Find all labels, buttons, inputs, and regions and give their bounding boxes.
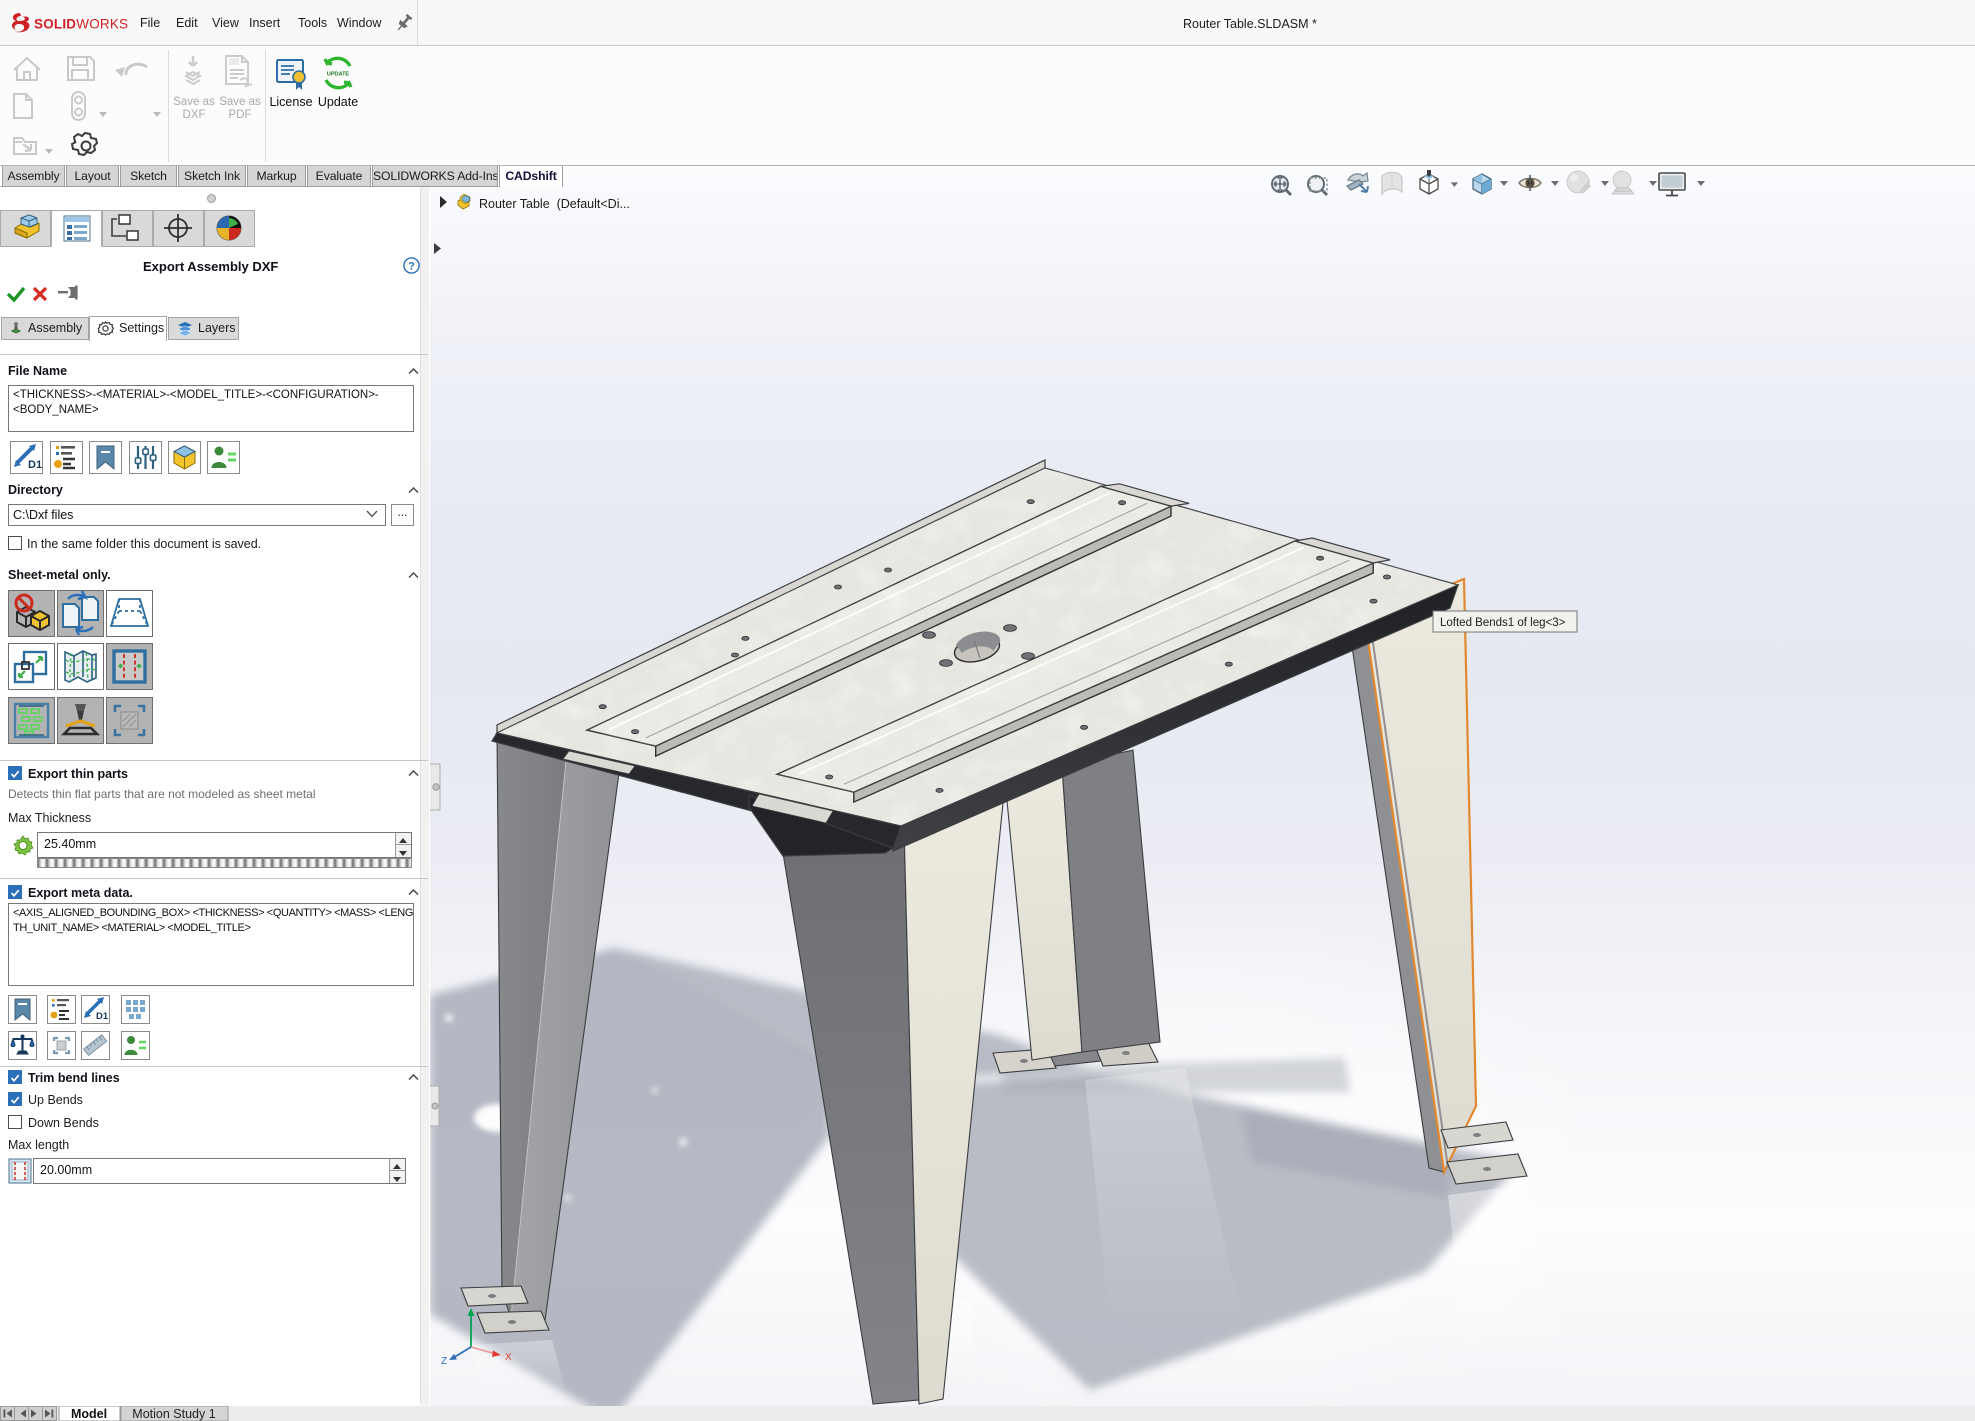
svg-text:D1: D1: [28, 459, 42, 471]
svg-text:UPDATE: UPDATE: [327, 72, 350, 78]
svg-text:D1: D1: [96, 1011, 109, 1022]
svg-text:Lofted Bends1 of leg<3>: Lofted Bends1 of leg<3>: [1440, 617, 1566, 629]
svg-text:X: X: [505, 1352, 512, 1363]
svg-text:Model: Model: [71, 1407, 107, 1421]
svg-text:Motion Study 1: Motion Study 1: [132, 1407, 215, 1421]
svg-text:?: ?: [408, 261, 415, 273]
svg-text:Router Table (Default<Di...: Router Table (Default<Di...: [479, 197, 630, 211]
svg-text:Z: Z: [441, 1356, 447, 1367]
svg-text:SOLIDWORKS: SOLIDWORKS: [34, 17, 128, 32]
